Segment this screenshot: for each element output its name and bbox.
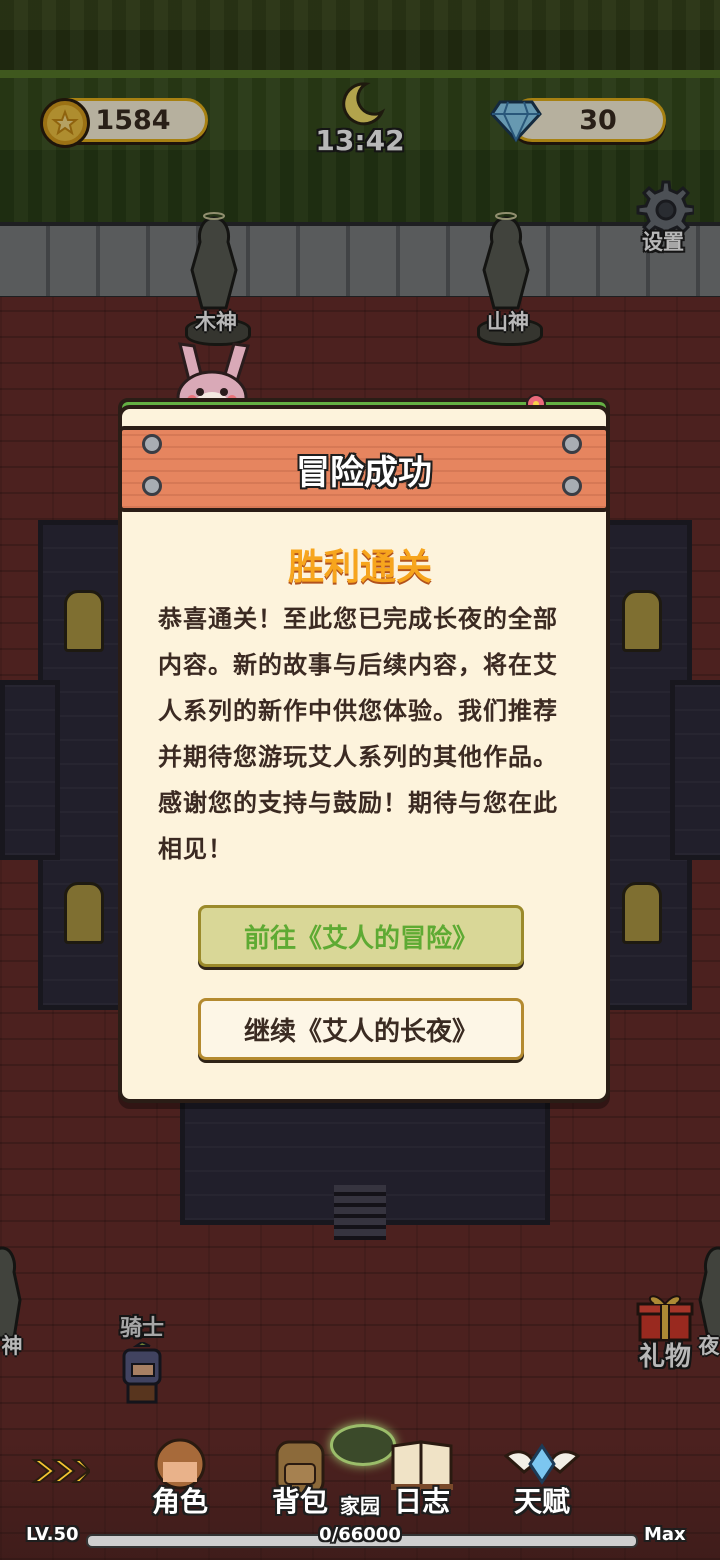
goto-adventure-button[interactable]: 前往《艾人的冒险》	[198, 905, 524, 967]
nav-label-talent: 天赋	[513, 1485, 570, 1518]
nav-label-character: 角色	[151, 1485, 208, 1518]
level-label: LV.50	[26, 1524, 79, 1545]
continue-night-button[interactable]: 继续《艾人的长夜》	[198, 998, 524, 1060]
chevrons-right-icon	[31, 1459, 92, 1483]
max-label: Max	[644, 1524, 686, 1545]
nav-label-home: 家园	[340, 1494, 380, 1518]
modal-header-plank: 冒险成功	[118, 426, 610, 512]
xp-text: 0/66000	[319, 1524, 401, 1545]
bolt-icon	[142, 476, 162, 496]
bolt-icon	[562, 434, 582, 454]
expand-nav-button[interactable]	[30, 1456, 92, 1490]
modal-subtitle: 胜利通关	[287, 547, 432, 588]
bolt-icon	[142, 434, 162, 454]
nav-character[interactable]: 角色	[140, 1436, 220, 1520]
nav-talent[interactable]: 天赋	[502, 1436, 582, 1520]
bolt-icon	[562, 476, 582, 496]
nav-journal[interactable]: 日志	[382, 1436, 462, 1520]
modal-title: 冒险成功	[296, 452, 432, 493]
modal-message: 恭喜通关！至此您已完成长夜的全部内容。新的故事与后续内容，将在艾人系列的新作中供…	[158, 605, 558, 863]
nav-label-journal: 日志	[393, 1485, 450, 1518]
